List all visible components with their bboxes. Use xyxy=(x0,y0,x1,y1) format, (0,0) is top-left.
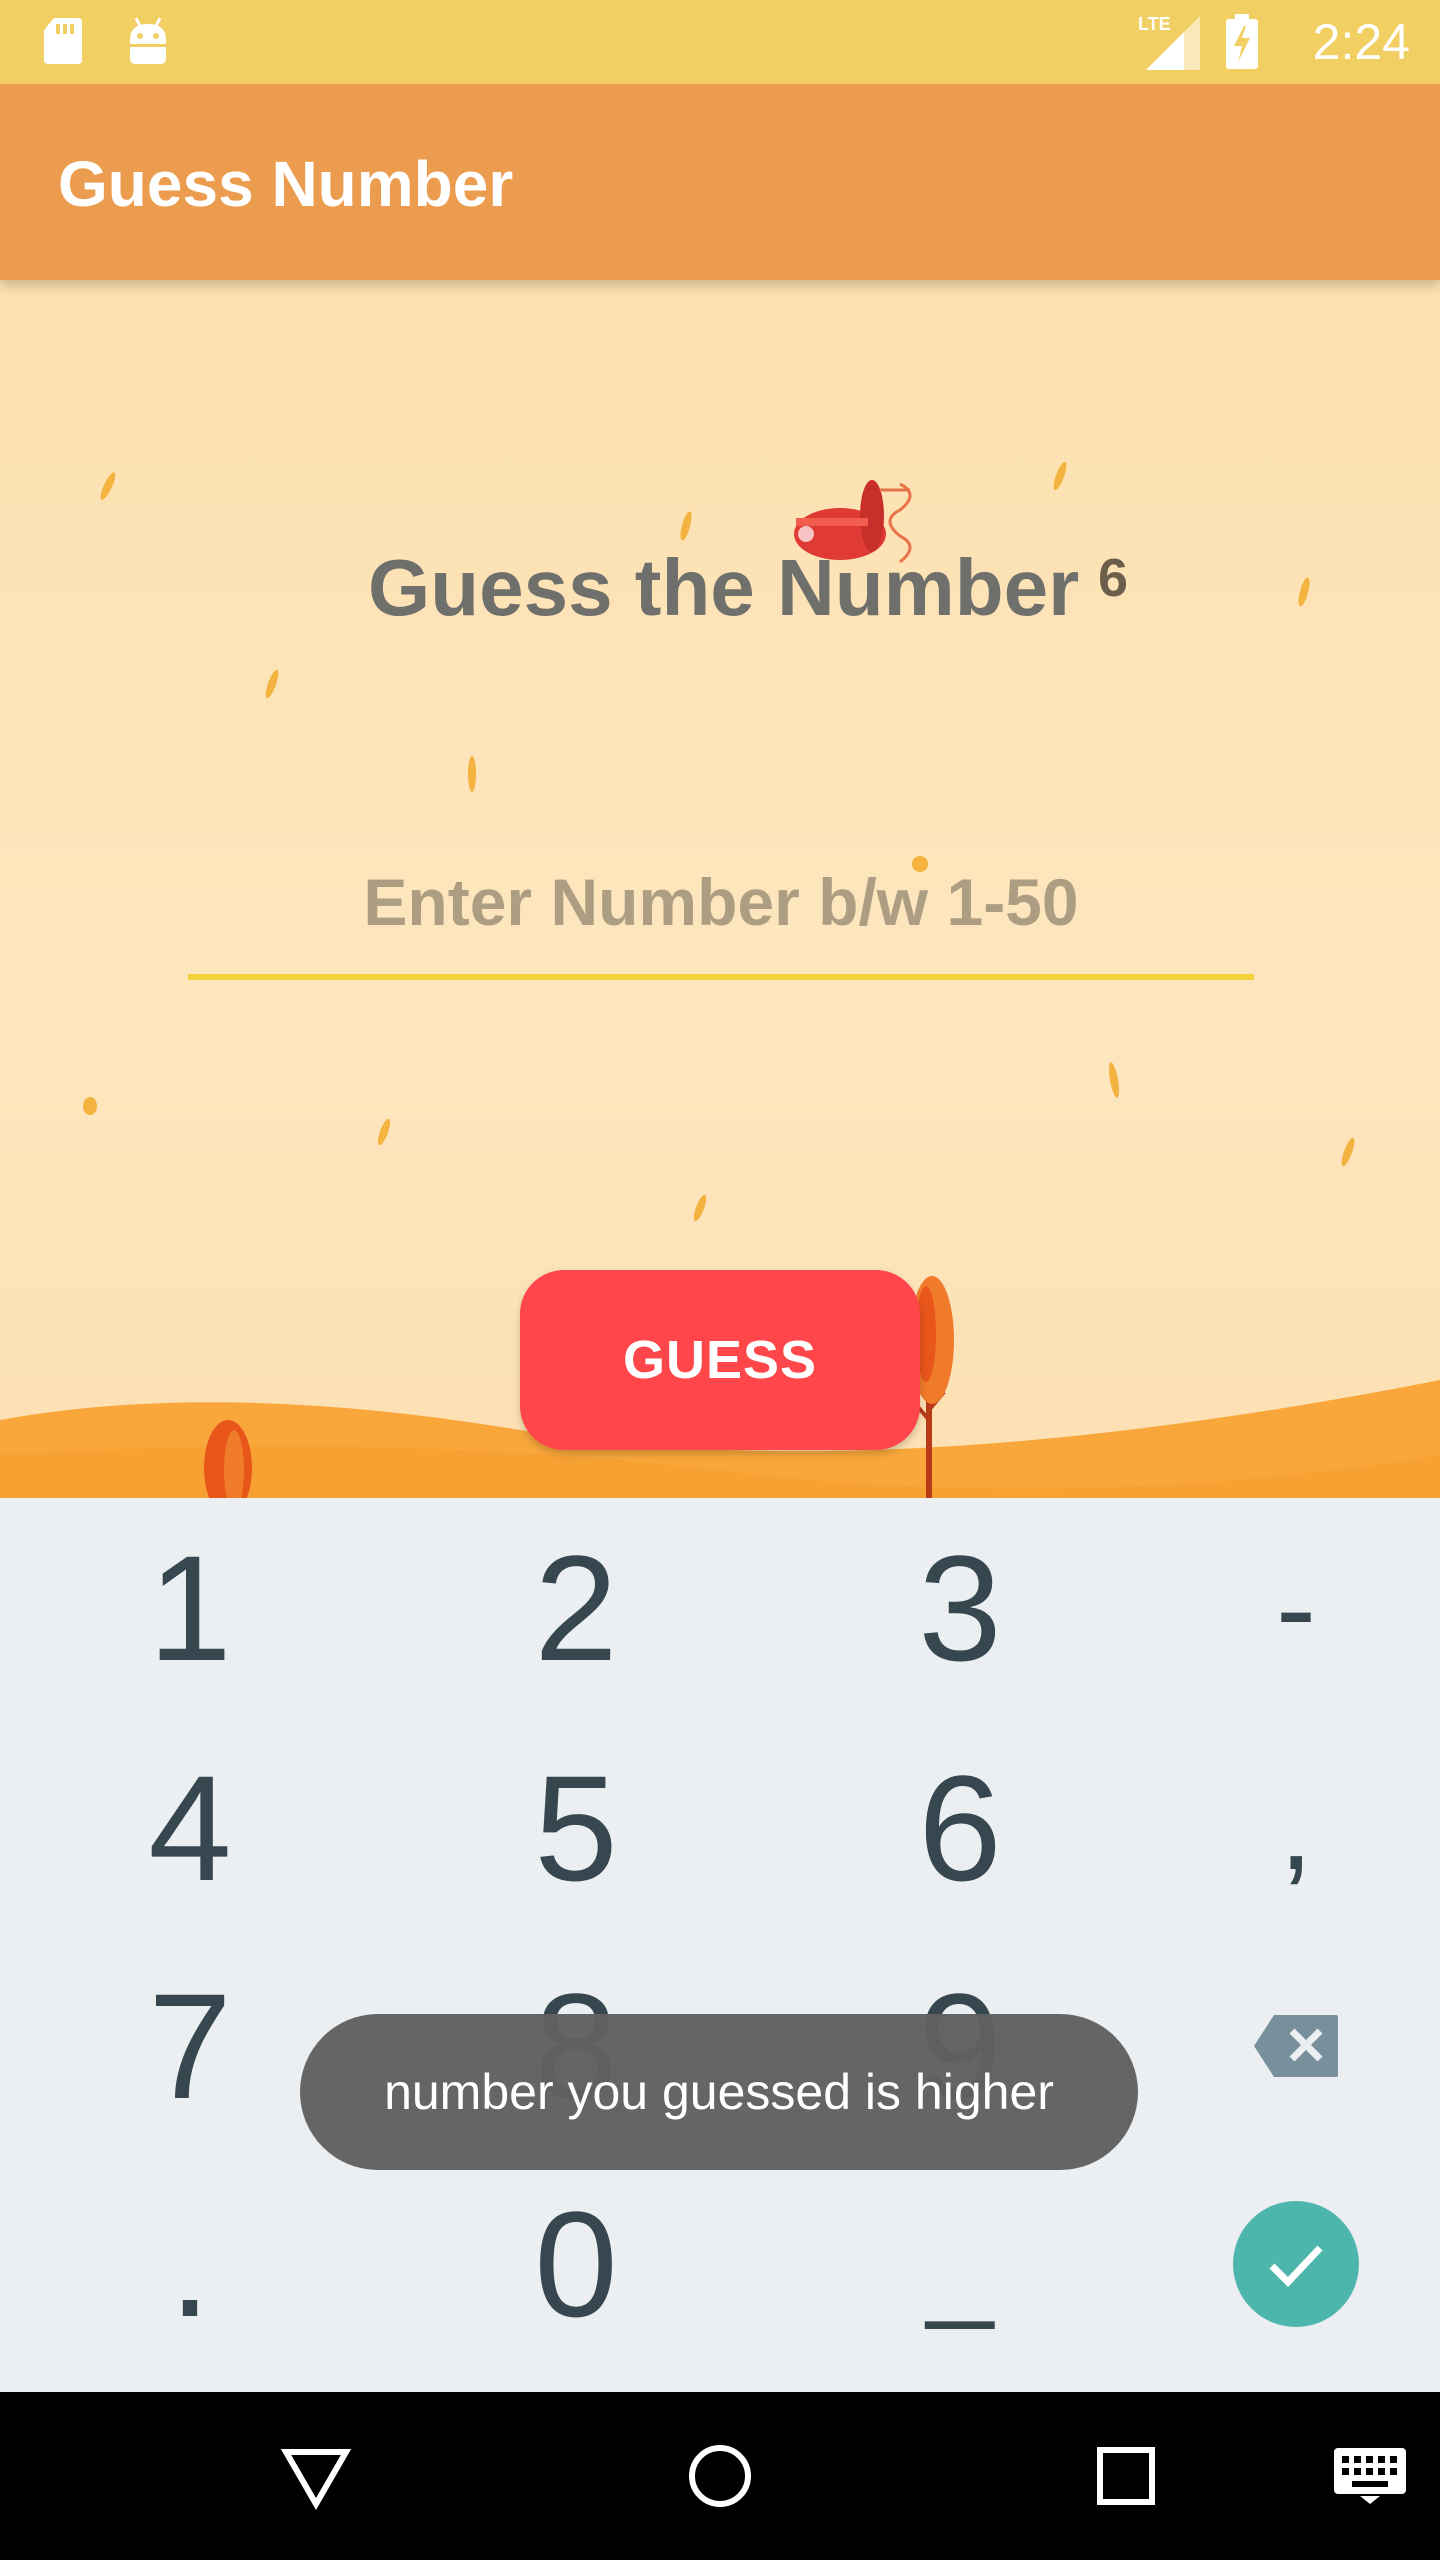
key-4[interactable]: 4 xyxy=(10,1718,370,1938)
done-key[interactable] xyxy=(1116,2154,1440,2374)
done-button[interactable] xyxy=(1233,2201,1359,2327)
key-underscore[interactable]: _ xyxy=(780,2154,1140,2374)
key-dot[interactable]: . xyxy=(10,2154,370,2374)
numeric-keyboard: 1 2 3 - 4 5 6 , 7 8 9 . 0 _ xyxy=(0,1498,1440,2392)
key-1[interactable]: 1 xyxy=(10,1498,370,1718)
page-heading: Guess the Number xyxy=(368,543,1080,632)
back-icon[interactable] xyxy=(276,2436,356,2516)
app-title: Guess Number xyxy=(58,148,514,220)
attempt-counter: 6 xyxy=(1098,548,1129,608)
key-5[interactable]: 5 xyxy=(396,1718,756,1938)
status-bar: LTE 2:24 xyxy=(0,0,1440,84)
backspace-key[interactable] xyxy=(1116,1936,1440,2156)
recents-icon[interactable] xyxy=(1086,2436,1166,2516)
guess-button[interactable]: GUESS xyxy=(520,1270,920,1450)
app-bar: Guess Number xyxy=(0,84,1440,280)
navigation-bar xyxy=(0,2392,1440,2560)
android-icon xyxy=(130,17,166,64)
status-clock: 2:24 xyxy=(1312,14,1410,70)
home-icon[interactable] xyxy=(680,2436,760,2516)
done-check-icon xyxy=(1269,2245,1323,2288)
keyboard-switch-icon[interactable] xyxy=(1330,2444,1410,2504)
screen: LTE 2:24 Guess Number Guess the Number 6… xyxy=(0,0,1440,2560)
sd-card-icon xyxy=(44,18,82,64)
network-type-label: LTE xyxy=(1138,14,1171,34)
backspace-icon xyxy=(1254,2015,1338,2077)
key-minus[interactable]: - xyxy=(1116,1498,1440,1718)
lte-signal-icon: LTE xyxy=(1138,14,1200,70)
key-0[interactable]: 0 xyxy=(396,2154,756,2374)
toast-message: number you guessed is higher xyxy=(300,2014,1138,2170)
key-2[interactable]: 2 xyxy=(396,1498,756,1718)
key-6[interactable]: 6 xyxy=(780,1718,1140,1938)
number-input[interactable] xyxy=(188,830,1254,980)
key-comma[interactable]: , xyxy=(1116,1718,1440,1938)
key-3[interactable]: 3 xyxy=(780,1498,1140,1718)
battery-charging-icon xyxy=(1226,14,1258,69)
game-screen: Guess the Number 6 GUESS xyxy=(0,280,1440,1498)
